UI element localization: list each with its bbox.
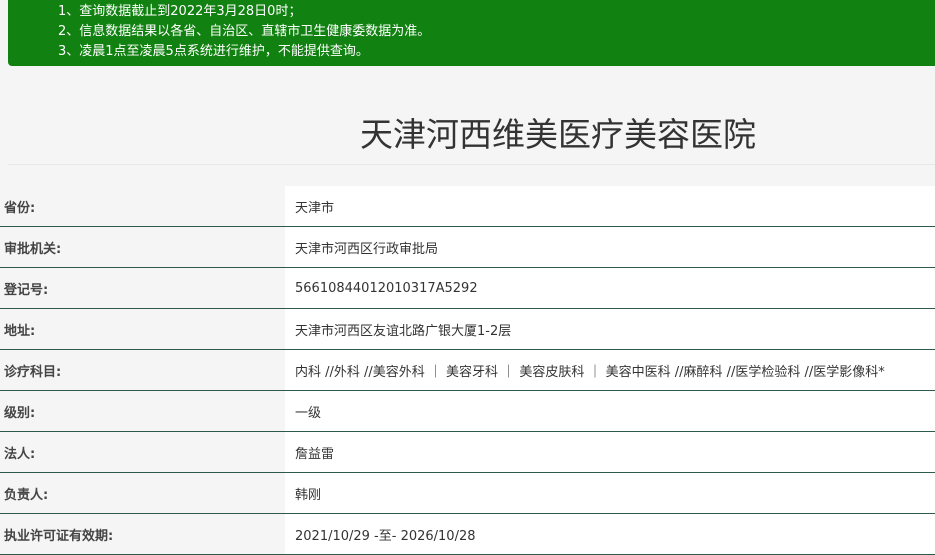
table-row: 省份: 天津市 xyxy=(0,186,935,227)
row-value: 内科 //外科 //美容外科 ｜ 美容牙科 ｜ 美容皮肤科 ｜ 美容中医科 //… xyxy=(285,349,935,391)
row-label: 法人: xyxy=(0,431,285,473)
row-value: 天津市河西区行政审批局 xyxy=(285,226,935,268)
row-label: 审批机关: xyxy=(0,226,285,268)
row-label: 执业许可证有效期: xyxy=(0,513,285,555)
row-value: 2021/10/29 -至- 2026/10/28 xyxy=(285,513,935,555)
table-row: 法人: 詹益雷 xyxy=(0,431,935,473)
table-row: 诊疗科目: 内科 //外科 //美容外科 ｜ 美容牙科 ｜ 美容皮肤科 ｜ 美容中… xyxy=(0,349,935,391)
table-row: 地址: 天津市河西区友谊北路广银大厦1-2层 xyxy=(0,308,935,350)
table-row: 执业许可证有效期: 2021/10/29 -至- 2026/10/28 xyxy=(0,513,935,555)
page-title: 天津河西维美医疗美容医院 xyxy=(360,115,756,154)
table-row: 审批机关: 天津市河西区行政审批局 xyxy=(0,226,935,268)
row-value: 56610844012010317A5292 xyxy=(285,267,935,309)
notice-line: 2、信息数据结果以各省、自治区、直辖市卫生健康委数据为准。 xyxy=(58,24,431,39)
notice-line: 1、查询数据截止到2022年3月28日0时； xyxy=(58,4,302,19)
info-table: 省份: 天津市 审批机关: 天津市河西区行政审批局 登记号: 56610844012010… xyxy=(0,186,935,555)
row-value: 詹益雷 xyxy=(285,431,935,473)
row-value: 韩刚 xyxy=(285,472,935,514)
row-label: 省份: xyxy=(0,186,285,227)
row-label: 诊疗科目: xyxy=(0,349,285,391)
row-value: 一级 xyxy=(285,390,935,432)
notice-line: 3、凌晨1点至凌晨5点系统进行维护，不能提供查询。 xyxy=(58,44,369,59)
row-label: 登记号: xyxy=(0,267,285,309)
row-value: 天津市河西区友谊北路广银大厦1-2层 xyxy=(285,308,935,350)
title-section: 天津河西维美医疗美容医院 xyxy=(8,66,935,165)
row-label: 负责人: xyxy=(0,472,285,514)
table-row: 级别: 一级 xyxy=(0,390,935,432)
table-row: 登记号: 56610844012010317A5292 xyxy=(0,267,935,309)
row-value: 天津市 xyxy=(285,186,935,227)
row-label: 级别: xyxy=(0,390,285,432)
row-label: 地址: xyxy=(0,308,285,350)
table-row: 负责人: 韩刚 xyxy=(0,472,935,514)
notice-banner: 1、查询数据截止到2022年3月28日0时； 2、信息数据结果以各省、自治区、直… xyxy=(8,0,935,66)
